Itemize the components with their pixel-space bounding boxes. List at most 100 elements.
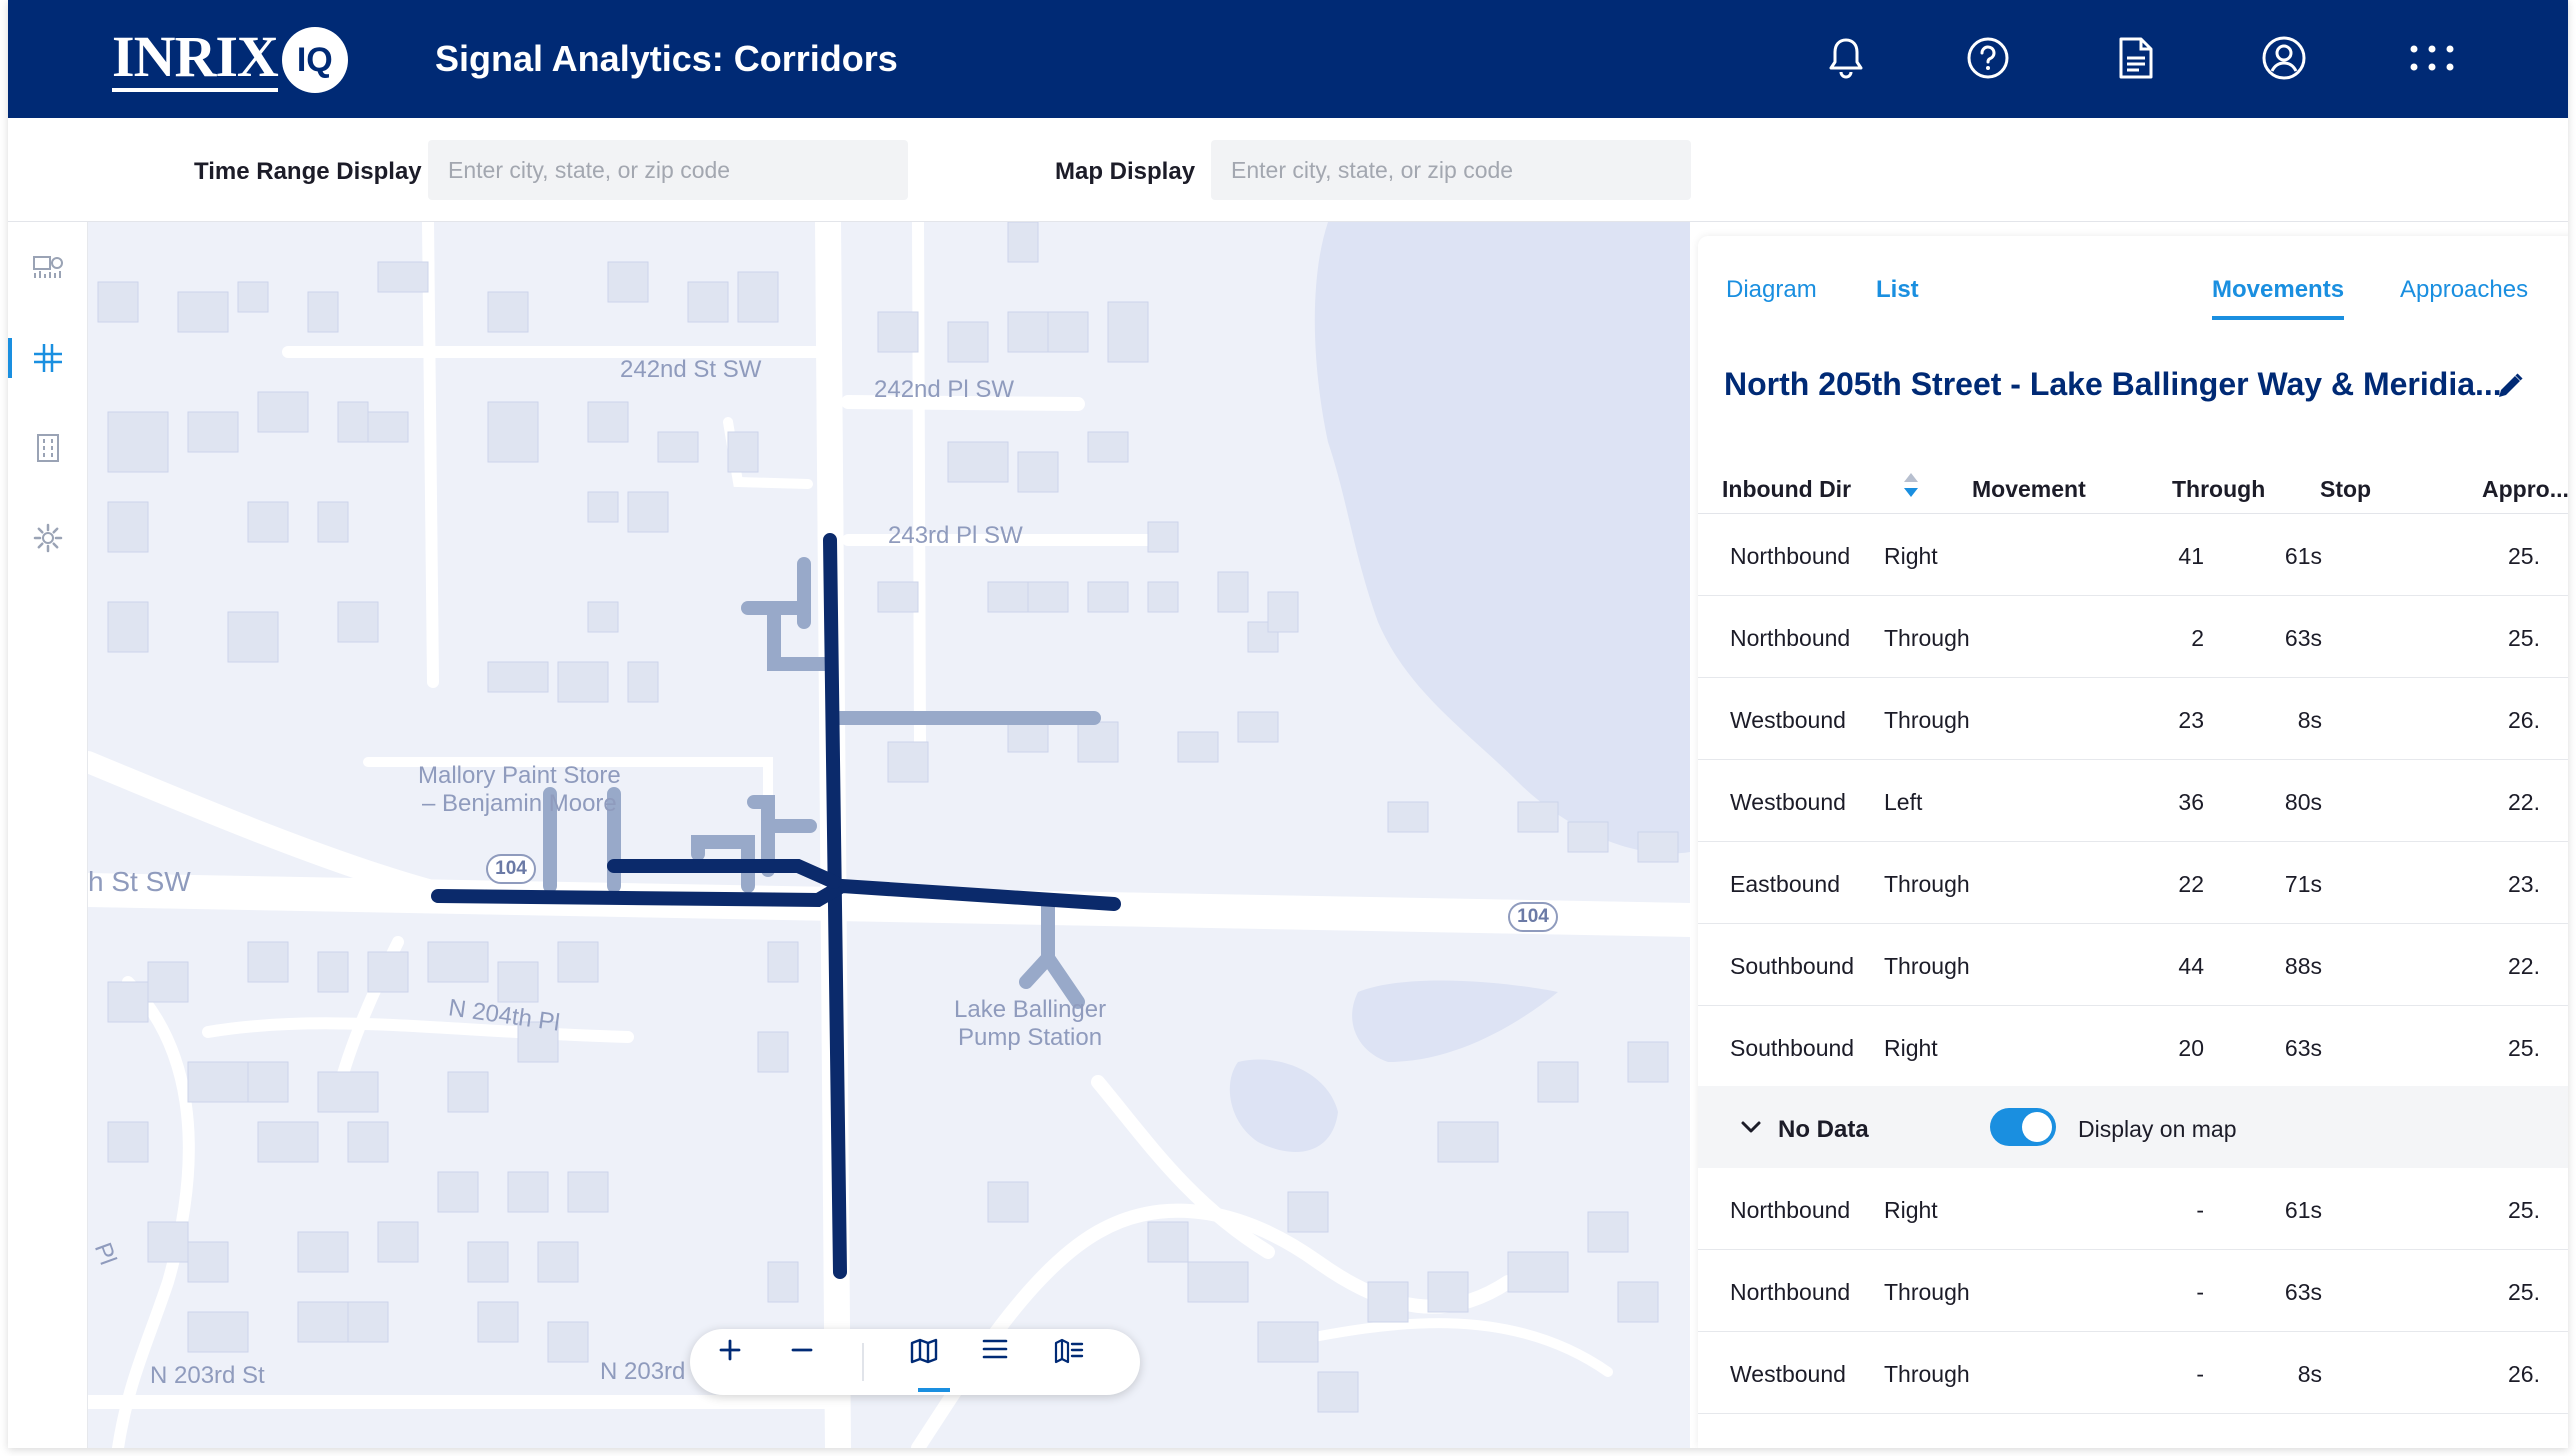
cell-movement: Through xyxy=(1884,1279,1970,1305)
map-view-icon[interactable] xyxy=(910,1338,958,1392)
table-row[interactable]: Southbound Through 44 88s 22. xyxy=(1698,924,2568,1006)
left-nav-rail xyxy=(8,222,88,1448)
toolbar-divider xyxy=(862,1343,864,1381)
table-row[interactable]: Southbound Right 20 63s 25. xyxy=(1698,1006,2568,1088)
cell-stop: 88s xyxy=(2284,953,2322,979)
cell-inbound-dir: Westbound xyxy=(1730,1361,1846,1387)
inrix-iq-logo[interactable]: INRIX IQ xyxy=(112,27,348,93)
street-label-203rd: N 203rd xyxy=(600,1358,686,1385)
sort-icon[interactable] xyxy=(1900,470,1922,500)
cell-inbound-dir: Northbound xyxy=(1730,1279,1851,1305)
cell-movement: Through xyxy=(1884,625,1970,651)
cell-movement: Through xyxy=(1884,1361,1970,1387)
table-row[interactable]: Northbound Right - 61s 25. xyxy=(1698,1168,2568,1250)
cell-movement: Right xyxy=(1884,1035,1938,1061)
app-window: INRIX IQ Signal Analytics: Corridors Tim… xyxy=(8,0,2568,1448)
col-inbound-dir[interactable]: Inbound Dir xyxy=(1722,476,1851,503)
time-range-input[interactable] xyxy=(428,140,908,200)
dashboard-icon[interactable] xyxy=(8,238,88,298)
street-label-242nd-st: 242nd St SW xyxy=(620,356,762,383)
table-row[interactable]: Northbound Right 41 61s 25. xyxy=(1698,514,2568,596)
pond-water-2 xyxy=(1229,1059,1338,1152)
cell-stop: 61s xyxy=(2284,1197,2322,1223)
chevron-down-icon[interactable] xyxy=(1738,1114,1764,1140)
time-range-label: Time Range Display xyxy=(194,158,422,185)
cell-approach: 22. xyxy=(2508,953,2540,979)
document-icon[interactable] xyxy=(2108,30,2164,86)
street-label-st-sw: h St SW xyxy=(88,866,191,897)
cell-stop: 63s xyxy=(2284,625,2322,651)
no-data-label: No Data xyxy=(1778,1116,1869,1143)
col-through[interactable]: Through xyxy=(2172,476,2265,503)
map-canvas[interactable]: 242nd St SW 242nd Pl SW 243rd Pl SW h St… xyxy=(88,222,1690,1448)
app-title: Signal Analytics: Corridors xyxy=(435,38,898,79)
tab-movements[interactable]: Movements xyxy=(2212,276,2344,304)
account-icon[interactable] xyxy=(2256,30,2312,86)
cell-approach: 26. xyxy=(2508,1361,2540,1387)
poi-pump-line2: Pump Station xyxy=(958,1024,1103,1051)
cell-movement: Through xyxy=(1884,707,1970,733)
display-on-map-toggle[interactable] xyxy=(1990,1108,2056,1146)
cell-through: 20 xyxy=(2178,1035,2204,1061)
street-label-242nd-pl: 242nd Pl SW xyxy=(874,376,1015,403)
list-view-icon[interactable] xyxy=(982,1338,1030,1386)
table-row[interactable]: Northbound Through - 63s 25. xyxy=(1698,1250,2568,1332)
tab-list[interactable]: List xyxy=(1876,276,1919,304)
zoom-out-icon[interactable] xyxy=(790,1338,838,1386)
table-row[interactable]: Westbound Left 36 80s 22. xyxy=(1698,760,2568,842)
intersection-icon[interactable] xyxy=(8,328,88,388)
col-movement[interactable]: Movement xyxy=(1972,476,2086,503)
cell-stop: 80s xyxy=(2284,789,2322,815)
cell-approach: 22. xyxy=(2508,789,2540,815)
route-shield-104-east: 104 xyxy=(1508,902,1558,932)
cell-approach: 26. xyxy=(2508,707,2540,733)
table-row[interactable]: Eastbound Through 22 71s 23. xyxy=(1698,842,2568,924)
top-bar: INRIX IQ Signal Analytics: Corridors xyxy=(8,0,2568,118)
tab-movements-underline xyxy=(2212,316,2344,320)
pond-water xyxy=(1352,980,1558,1062)
apps-grid-icon[interactable] xyxy=(2404,30,2460,86)
poi-mallory-line2: – Benjamin Moore xyxy=(421,790,617,817)
cell-through: 23 xyxy=(2178,707,2204,733)
poi-pump-station[interactable]: Lake Ballinger Pump Station xyxy=(954,996,1106,1052)
edit-pencil-icon[interactable] xyxy=(2490,366,2530,406)
tab-approaches[interactable]: Approaches xyxy=(2400,276,2528,304)
col-stop[interactable]: Stop xyxy=(2320,476,2371,503)
cell-approach: 25. xyxy=(2508,625,2540,651)
cell-through: 22 xyxy=(2178,871,2204,897)
cell-stop: 63s xyxy=(2284,1279,2322,1305)
cell-movement: Left xyxy=(1884,789,1923,815)
zoom-in-icon[interactable] xyxy=(718,1338,766,1386)
table-row[interactable]: Northbound Through 2 63s 25. xyxy=(1698,596,2568,678)
bell-icon[interactable] xyxy=(1818,30,1874,86)
cell-approach: 25. xyxy=(2508,1035,2540,1061)
col-approach[interactable]: Appro... xyxy=(2482,476,2568,503)
table-row[interactable]: Westbound Through 23 8s 26. xyxy=(1698,678,2568,760)
settings-icon[interactable] xyxy=(8,508,88,568)
cell-through: 44 xyxy=(2178,953,2204,979)
cell-approach: 23. xyxy=(2508,871,2540,897)
map-display-input[interactable] xyxy=(1211,140,1691,200)
map-toolbar xyxy=(690,1329,1140,1395)
table-row[interactable]: Westbound Through - 8s 26. xyxy=(1698,1332,2568,1414)
cell-stop: 8s xyxy=(2297,1361,2322,1387)
cell-inbound-dir: Northbound xyxy=(1730,543,1851,569)
split-view-icon[interactable] xyxy=(1054,1338,1102,1386)
lake-water xyxy=(1314,222,1690,854)
street-label-243rd-pl: 243rd Pl SW xyxy=(888,522,1023,549)
cell-inbound-dir: Southbound xyxy=(1730,953,1855,979)
cell-stop: 71s xyxy=(2284,871,2322,897)
cell-through: 36 xyxy=(2178,789,2204,815)
cell-inbound-dir: Southbound xyxy=(1730,1035,1855,1061)
tab-diagram[interactable]: Diagram xyxy=(1726,276,1817,304)
corridor-list-icon[interactable] xyxy=(8,418,88,478)
filter-bar: Time Range Display Map Display xyxy=(8,118,2568,222)
cell-approach: 25. xyxy=(2508,1197,2540,1223)
cell-stop: 8s xyxy=(2297,707,2322,733)
map-display-label: Map Display xyxy=(1055,158,1196,185)
help-icon[interactable] xyxy=(1960,30,2016,86)
table-header: Inbound Dir Movement Through Stop Appro.… xyxy=(1698,454,2568,514)
cell-through: 41 xyxy=(2178,543,2204,569)
poi-mallory-paint[interactable]: Mallory Paint Store – Benjamin Moore xyxy=(418,762,621,818)
street-label-203rd-st: N 203rd St xyxy=(150,1362,265,1389)
